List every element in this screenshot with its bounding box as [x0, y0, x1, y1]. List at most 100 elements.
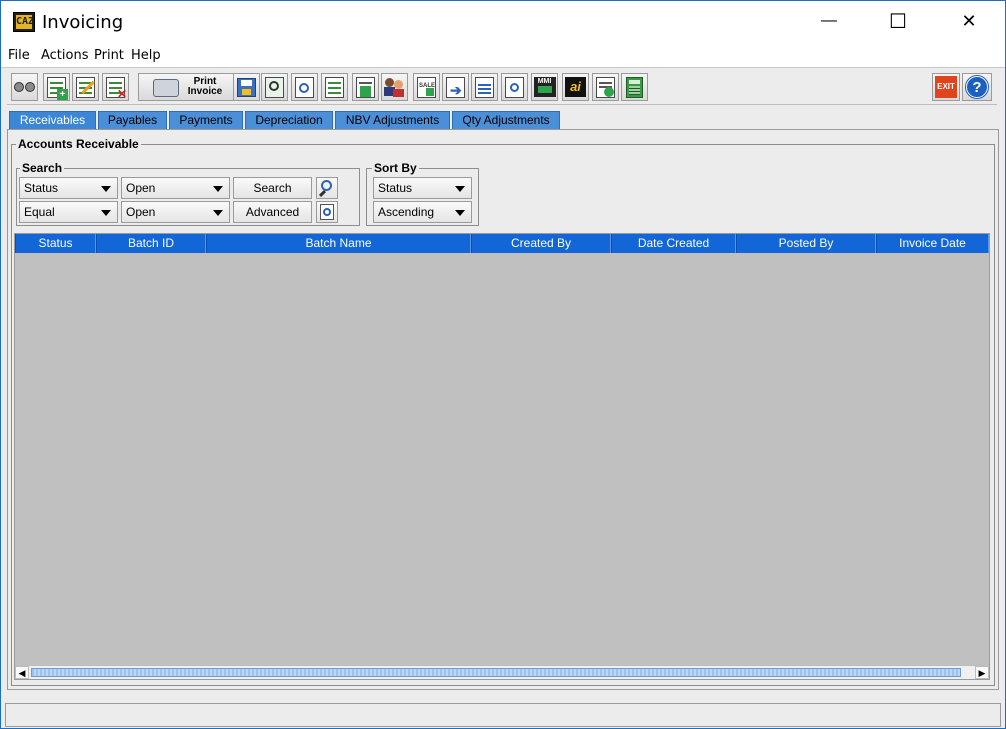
chevron-down-icon	[213, 186, 223, 192]
column-header-posted-by[interactable]: Posted By	[736, 234, 876, 253]
column-header-status[interactable]: Status	[15, 234, 96, 253]
operator-select[interactable]: Equal	[19, 201, 118, 223]
calculator-button[interactable]	[621, 73, 648, 101]
search-value-select[interactable]: Open	[121, 177, 230, 199]
close-button[interactable]: ✕	[946, 1, 992, 41]
status-bar	[5, 703, 1001, 727]
scroll-left-icon[interactable]: ◀	[15, 666, 29, 679]
operator-value-select[interactable]: Open	[121, 201, 230, 223]
app-icon-text: CAZ	[16, 15, 35, 29]
horizontal-scrollbar[interactable]: ◀ ▶	[15, 665, 989, 679]
mmi-button[interactable]: MMI	[531, 73, 558, 101]
chevron-down-icon	[455, 210, 465, 216]
search-icon-handle	[318, 189, 327, 198]
search-group-title: Search	[20, 161, 65, 175]
tab-depreciation[interactable]: Depreciation	[245, 111, 333, 129]
ai-button[interactable]: ai	[562, 73, 589, 101]
page-search-button[interactable]	[501, 73, 528, 101]
forward-button[interactable]: ➔	[442, 73, 469, 101]
save-icon	[237, 77, 256, 97]
menu-help[interactable]: Help	[131, 48, 161, 64]
maximize-button[interactable]: ☐	[875, 1, 921, 41]
help-icon: ?	[966, 76, 988, 98]
invoice-icon	[356, 76, 375, 98]
tab-payments[interactable]: Payments	[169, 111, 243, 129]
forward-arrow-icon: ➔	[446, 76, 465, 98]
column-header-created-by[interactable]: Created By	[471, 234, 611, 253]
page-search-icon	[505, 76, 524, 98]
panel-title: Accounts Receivable	[16, 137, 141, 151]
add-icon: +	[47, 76, 68, 100]
help-button[interactable]: ?	[962, 73, 992, 101]
tab-qty-adjustments[interactable]: Qty Adjustments	[452, 111, 560, 129]
document-list-icon	[325, 76, 344, 98]
search-field-select[interactable]: Status	[19, 177, 118, 199]
search-value-text: Open	[126, 181, 156, 195]
sale-button[interactable]: SALE	[413, 73, 440, 101]
tab-nbv-adjustments[interactable]: NBV Adjustments	[335, 111, 450, 129]
magnify-icon	[265, 76, 284, 98]
search-button[interactable]: Search	[233, 177, 312, 199]
column-header-batch-id[interactable]: Batch ID	[96, 234, 206, 253]
add-button[interactable]: +	[43, 73, 70, 101]
menu-actions[interactable]: Actions	[41, 48, 89, 64]
binoculars-icon	[13, 80, 36, 94]
print-invoice-button[interactable]: Print Invoice	[138, 73, 234, 101]
minimize-button[interactable]: —	[806, 1, 852, 41]
delete-button[interactable]: ✕	[102, 73, 129, 101]
document-search-button[interactable]	[291, 73, 318, 101]
advanced-search-icon-button[interactable]	[316, 201, 338, 223]
toolbar: + ✕ Print Invoice SALE ➔ MMI ai EXIT ?	[7, 71, 997, 105]
delete-icon: ✕	[106, 76, 127, 100]
magnify-button[interactable]	[261, 73, 288, 101]
sort-order-select[interactable]: Ascending	[373, 201, 472, 223]
tab-payables[interactable]: Payables	[98, 111, 167, 129]
title-bar[interactable]	[1, 1, 1005, 45]
column-header-batch-name[interactable]: Batch Name	[206, 234, 471, 253]
maximize-icon: ☐	[889, 10, 907, 33]
column-header-invoice-date[interactable]: Invoice Date	[876, 234, 989, 253]
edit-button[interactable]	[72, 73, 99, 101]
minimize-icon: —	[821, 12, 837, 29]
scrollbar-thumb[interactable]	[31, 668, 961, 677]
chevron-down-icon	[213, 210, 223, 216]
table-header: Status Batch ID Batch Name Created By Da…	[15, 234, 989, 253]
save-button[interactable]	[233, 73, 260, 101]
sale-icon: SALE	[417, 76, 436, 98]
edit-icon	[76, 76, 95, 98]
document-search-icon	[295, 76, 314, 98]
menu-file[interactable]: File	[8, 48, 30, 64]
window-title: Invoicing	[42, 12, 124, 33]
advanced-button[interactable]: Advanced	[233, 201, 312, 223]
exit-button[interactable]: EXIT	[932, 73, 960, 101]
sort-field-value: Status	[378, 181, 413, 195]
report-button[interactable]	[592, 73, 619, 101]
exit-icon: EXIT	[935, 76, 957, 98]
app-icon: CAZ	[13, 12, 35, 32]
report-icon	[596, 76, 615, 98]
print-invoice-label: Print Invoice	[187, 76, 223, 97]
chevron-down-icon	[101, 210, 111, 216]
printer-icon	[153, 79, 179, 97]
advanced-search-icon-lens	[323, 208, 331, 216]
column-header-date-created[interactable]: Date Created	[611, 234, 736, 253]
sort-field-select[interactable]: Status	[373, 177, 472, 199]
search-icon-button[interactable]	[316, 177, 338, 199]
tab-receivables[interactable]: Receivables	[9, 111, 96, 129]
batches-table[interactable]: Status Batch ID Batch Name Created By Da…	[14, 233, 990, 680]
users-icon	[384, 77, 405, 97]
menu-print[interactable]: Print	[94, 48, 124, 64]
invoice-button[interactable]	[352, 73, 379, 101]
sort-order-value: Ascending	[378, 205, 435, 219]
mmi-icon: MMI	[533, 77, 556, 97]
chevron-down-icon	[455, 186, 465, 192]
users-button[interactable]	[381, 73, 408, 101]
operator-value-text: Open	[126, 205, 156, 219]
chevron-down-icon	[101, 186, 111, 192]
operator-value: Equal	[24, 205, 55, 219]
find-button[interactable]	[11, 73, 38, 101]
page-button[interactable]	[471, 73, 498, 101]
document-list-button[interactable]	[321, 73, 348, 101]
calculator-icon	[626, 76, 643, 98]
scroll-right-icon[interactable]: ▶	[975, 666, 989, 679]
